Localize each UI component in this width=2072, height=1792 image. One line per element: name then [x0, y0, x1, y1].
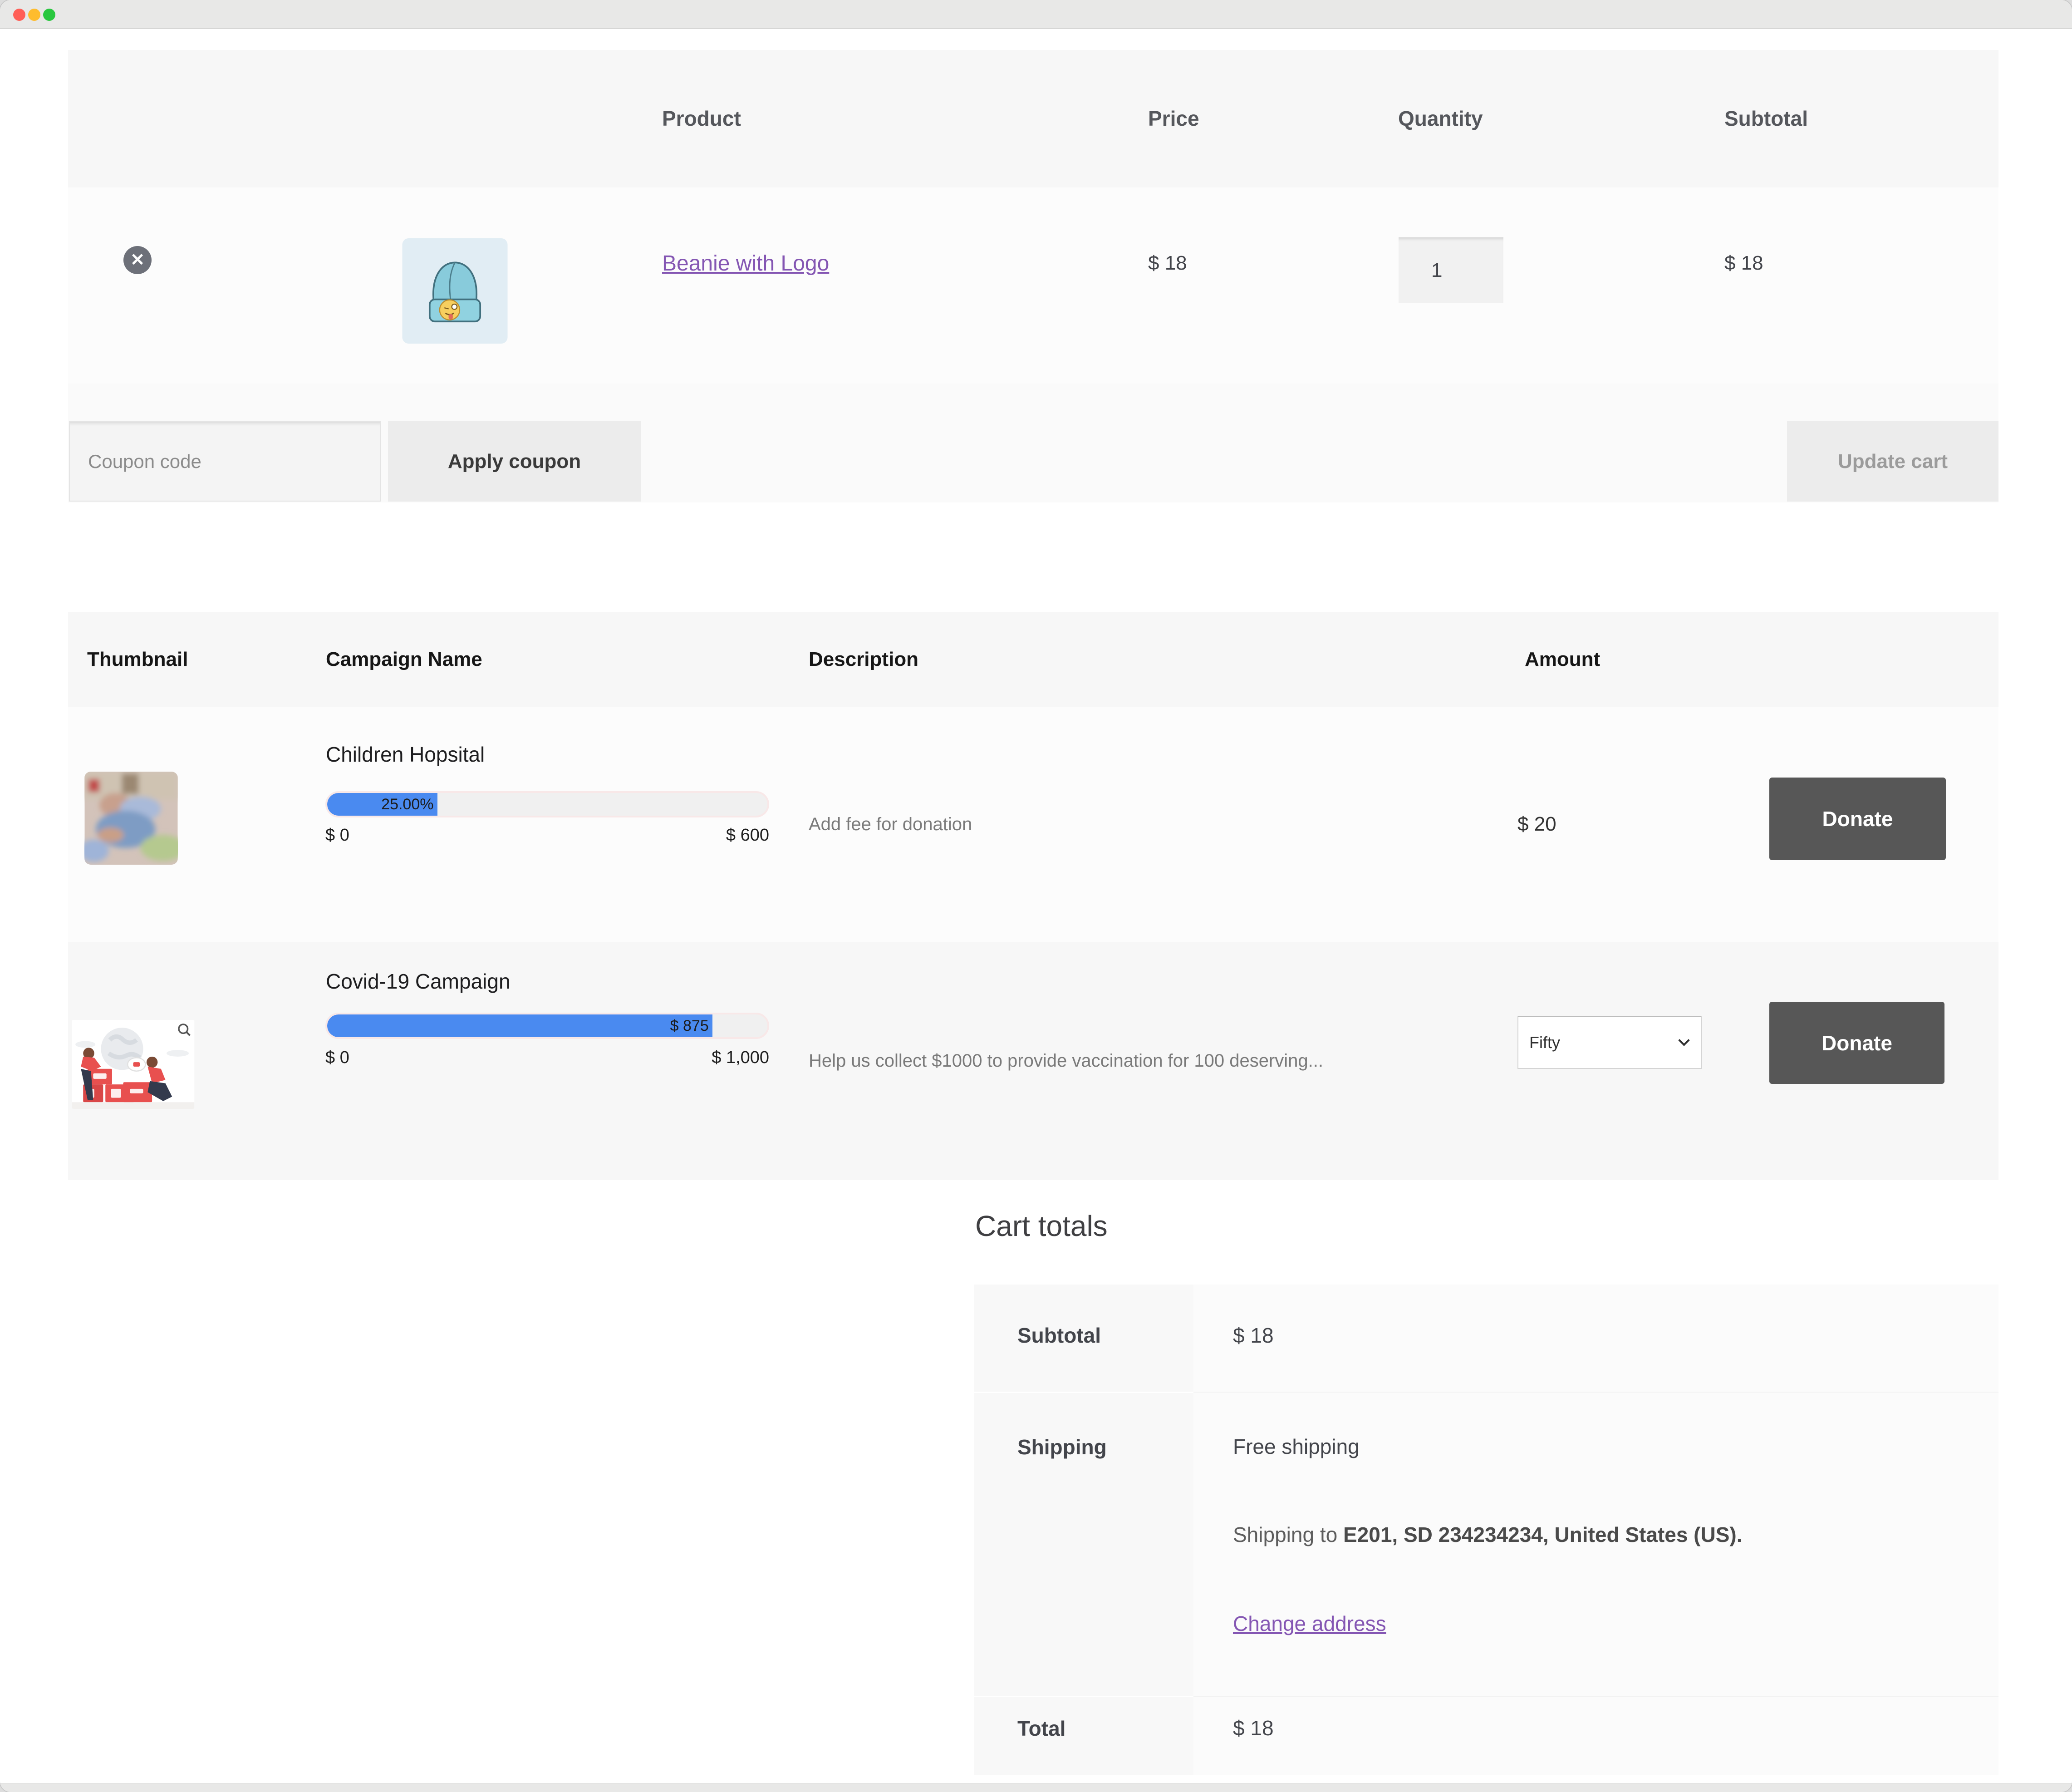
shipping-destination: Shipping to E201, SD 234234234, United S… [1233, 1522, 1998, 1547]
col-header-subtotal: Subtotal [1724, 50, 1808, 187]
campaign-description: Add fee for donation [809, 707, 1489, 942]
change-address-link[interactable]: Change address [1233, 1611, 1386, 1636]
campaign-row-covid-19: Covid-19 Campaign $ 875 $ 0 $ 1,000 Help… [68, 942, 1998, 1180]
covid-illustration [72, 1020, 195, 1109]
window-titlebar [0, 0, 2072, 29]
subtotal-row: Subtotal $ 18 [974, 1285, 1998, 1392]
browser-window: Product Price Quantity Subtotal ✕ Bea [0, 0, 2072, 1792]
beanie-image [402, 238, 508, 344]
campaign-goal-min: $ 0 [325, 826, 349, 845]
campaigns-table-header: Thumbnail Campaign Name Description Amou… [68, 612, 1998, 707]
col-header-quantity: Quantity [1398, 50, 1483, 187]
product-link[interactable]: Beanie with Logo [662, 251, 829, 276]
col-header-product: Product [662, 50, 741, 187]
donation-amount-select[interactable]: Fifty [1517, 1016, 1702, 1069]
col-header-amount: Amount [1525, 612, 1600, 707]
total-row: Total $ 18 [974, 1696, 1998, 1775]
window-bottom-edge [0, 1783, 2072, 1792]
cart-totals-table: Subtotal $ 18 Shipping Free shipping Shi… [974, 1285, 1998, 1775]
cart-table-header: Product Price Quantity Subtotal [68, 50, 1998, 187]
campaign-amount: $ 20 [1517, 707, 1556, 942]
apply-coupon-button[interactable]: Apply coupon [388, 421, 641, 502]
cart-totals-title: Cart totals [975, 1209, 1108, 1243]
campaign-progress-fill: 25.00% [327, 793, 437, 816]
donate-button-covid-19[interactable]: Donate [1769, 1002, 1944, 1084]
campaign-name: Children Hopsital [326, 742, 485, 767]
total-label: Total [974, 1696, 1193, 1775]
campaign-progress-bar: $ 875 [325, 1013, 769, 1039]
donation-campaigns-table: Thumbnail Campaign Name Description Amou… [68, 612, 1998, 1180]
campaign-thumbnail-covid-19 [72, 1020, 195, 1109]
total-value: $ 18 [1193, 1696, 1998, 1775]
col-header-description: Description [809, 612, 918, 707]
cart-actions-row: Apply coupon Update cart [68, 384, 1998, 502]
col-header-campaign-name: Campaign Name [326, 612, 482, 707]
product-thumbnail[interactable] [402, 238, 508, 344]
shipping-method: Free shipping [1233, 1434, 1998, 1459]
update-cart-button[interactable]: Update cart [1787, 421, 1998, 502]
chevron-down-icon [1678, 1034, 1689, 1046]
campaign-progress-bar: 25.00% [325, 791, 769, 817]
campaign-progress-label: $ 875 [670, 1017, 712, 1035]
col-header-price: Price [1148, 50, 1199, 187]
campaign-name: Covid-19 Campaign [326, 969, 511, 994]
cart-table: Product Price Quantity Subtotal ✕ Bea [68, 50, 1998, 502]
hospital-photo [84, 772, 178, 865]
quantity-input[interactable] [1399, 237, 1503, 303]
campaign-description: Help us collect $1000 to provide vaccina… [809, 942, 1489, 1180]
donation-amount-selected: Fifty [1529, 1033, 1560, 1052]
campaign-progress-range: $ 0 $ 600 [325, 826, 769, 845]
item-subtotal: $ 18 [1724, 252, 1763, 275]
coupon-code-input[interactable] [69, 421, 381, 502]
close-window-button[interactable] [13, 9, 25, 21]
campaign-goal-max: $ 600 [726, 826, 769, 845]
subtotal-label: Subtotal [974, 1285, 1193, 1392]
col-header-thumbnail: Thumbnail [87, 612, 188, 707]
shipping-value: Free shipping Shipping to E201, SD 23423… [1193, 1392, 1998, 1696]
campaign-goal-min: $ 0 [325, 1048, 349, 1068]
shipping-label: Shipping [974, 1392, 1193, 1696]
remove-item-button[interactable]: ✕ [123, 246, 152, 274]
close-icon: ✕ [130, 251, 145, 270]
minimize-window-button[interactable] [28, 9, 40, 21]
shipping-row: Shipping Free shipping Shipping to E201,… [974, 1392, 1998, 1696]
item-price: $ 18 [1148, 252, 1187, 275]
zoom-window-button[interactable] [43, 9, 55, 21]
campaign-progress-fill: $ 875 [327, 1014, 712, 1037]
subtotal-value: $ 18 [1193, 1285, 1998, 1392]
campaign-row-children-hospital: Children Hopsital 25.00% $ 0 $ 600 Add f… [68, 707, 1998, 942]
cart-item-row: ✕ Beanie with Logo $ 18 $ 18 [68, 187, 1998, 384]
campaign-progress-range: $ 0 $ 1,000 [325, 1048, 769, 1068]
campaign-thumbnail-children-hospital [84, 772, 178, 865]
donate-button-children-hospital[interactable]: Donate [1769, 778, 1946, 860]
campaign-progress-label: 25.00% [381, 796, 437, 813]
campaign-goal-max: $ 1,000 [712, 1048, 769, 1068]
